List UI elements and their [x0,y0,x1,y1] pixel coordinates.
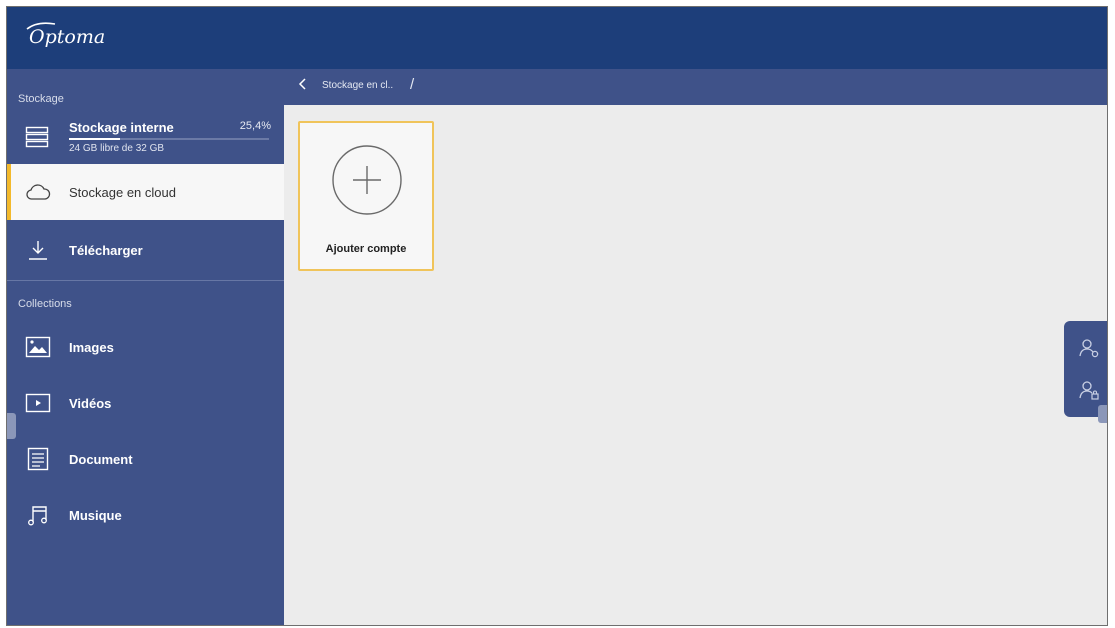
sidebar-item-internal-storage[interactable]: Stockage interne 25,4% 24 GB libre de 32… [7,114,284,164]
sidebar-item-videos[interactable]: Vidéos [7,375,284,431]
chevron-left-icon[interactable] [298,77,308,94]
breadcrumb: Stockage en cl.. / [284,69,1107,105]
sidebar-item-label: Vidéos [69,395,112,411]
brand-logo: Optoma [29,26,106,48]
storage-usage-bar [69,138,269,140]
active-indicator [7,164,11,220]
app-window: Optoma Stockage Stockage interne 25,4% 2… [6,6,1108,626]
sidebar-item-document[interactable]: Document [7,431,284,487]
cloud-icon [25,180,51,204]
download-icon [25,238,51,262]
main-content: Ajouter compte [284,105,1107,625]
internal-storage-detail: 24 GB libre de 32 GB [69,143,165,154]
breadcrumb-separator: / [410,76,415,93]
sidebar-item-label: Stockage en cloud [69,184,176,200]
internal-storage-percent: 25,4% [239,120,271,132]
sidebar-item-label: Télécharger [69,242,143,258]
user-settings-icon[interactable] [1078,337,1100,359]
top-bar: Optoma [7,7,1107,69]
user-lock-icon[interactable] [1078,379,1100,401]
storage-icon [25,126,51,150]
music-icon [25,503,51,527]
add-account-label: Ajouter compte [325,243,407,255]
sidebar: Stockage Stockage interne 25,4% 24 GB li… [7,69,284,625]
image-icon [25,335,51,359]
breadcrumb-current[interactable]: Stockage en cl.. [322,80,393,91]
video-icon [25,391,51,415]
plus-circle-icon [332,145,402,215]
sidebar-item-label: Images [69,339,114,355]
sidebar-item-cloud-storage[interactable]: Stockage en cloud [7,164,284,220]
sidebar-item-music[interactable]: Musique [7,487,284,543]
sidebar-collapse-handle[interactable] [7,413,16,439]
section-label-collections: Collections [18,298,72,310]
storage-usage-fill [69,138,120,140]
sidebar-item-label: Document [69,451,133,467]
sidebar-item-label: Musique [69,507,122,523]
sidebar-item-download[interactable]: Télécharger [7,222,284,278]
sidebar-item-images[interactable]: Images [7,319,284,375]
add-account-button[interactable]: Ajouter compte [298,121,434,271]
section-label-storage: Stockage [18,93,64,105]
right-side-panel [1064,321,1107,417]
sidebar-divider [7,280,284,281]
document-icon [25,447,51,471]
right-panel-handle[interactable] [1098,405,1107,423]
internal-storage-label: Stockage interne [69,120,174,135]
